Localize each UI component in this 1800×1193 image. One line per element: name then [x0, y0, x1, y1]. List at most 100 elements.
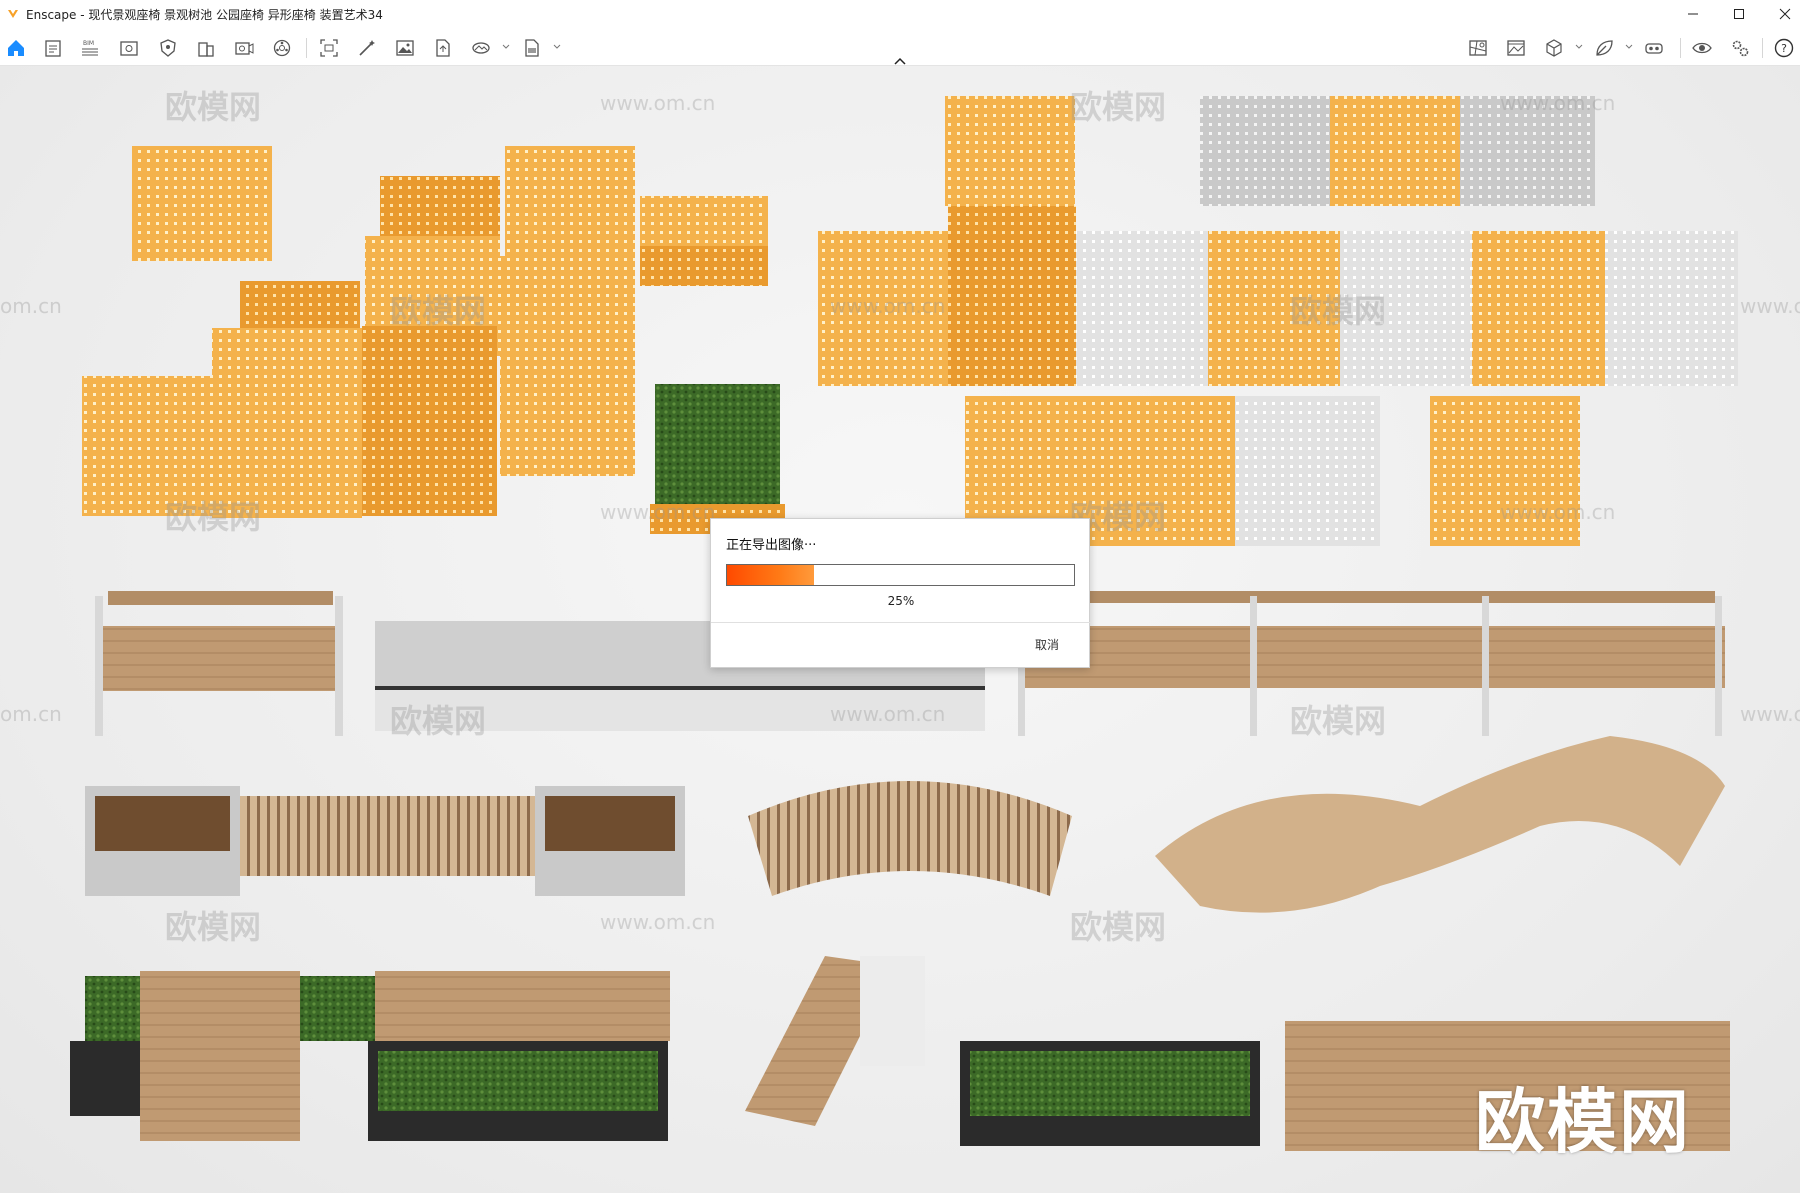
brand-watermark: 欧模网 [1475, 1081, 1691, 1163]
watermark-url: www.om.cn [830, 294, 946, 318]
home-icon [8, 40, 24, 56]
title-bar: Enscape - 现代景观座椅 景观树池 公园座椅 异形座椅 装置艺术34 [0, 0, 1800, 28]
progress-label: 25% [887, 594, 915, 608]
chevron-down-icon [553, 44, 561, 49]
toolbar-separator [1680, 38, 1681, 58]
building-button[interactable] [194, 36, 218, 60]
vr-headset-button[interactable] [1642, 36, 1666, 60]
watermark-url: www.om.cn [600, 500, 716, 524]
panorama-dropdown[interactable] [501, 42, 511, 52]
watermark-url: om.cn [0, 702, 62, 726]
settings-button[interactable] [1728, 36, 1752, 60]
image-button[interactable] [393, 36, 417, 60]
maximize-button[interactable] [1716, 0, 1762, 28]
gallery-button[interactable] [1504, 36, 1528, 60]
shield-icon [160, 39, 176, 57]
exe-export-button[interactable] [520, 36, 544, 60]
view-icon [120, 41, 138, 56]
view-button[interactable] [117, 36, 141, 60]
chevron-down-icon [1625, 44, 1633, 49]
perforated-seat-row [818, 96, 1738, 386]
settings-icon [1732, 40, 1749, 57]
cube-dropdown[interactable] [1574, 42, 1584, 52]
minimize-icon [1688, 13, 1698, 15]
serpentine-wood-bench [1155, 736, 1725, 913]
green-planter-bench [70, 971, 670, 1141]
help-button[interactable]: ? [1772, 36, 1796, 60]
screenshot-button[interactable] [317, 36, 341, 60]
dark-planter [960, 1041, 1260, 1146]
watermark: 欧模网 [1070, 88, 1167, 126]
map-icon [1469, 40, 1487, 56]
file-export-button[interactable] [431, 36, 455, 60]
gallery-icon [1507, 40, 1525, 56]
panorama-icon [472, 42, 490, 54]
settings-wheel-button[interactable] [270, 36, 294, 60]
video-camera-icon [235, 42, 254, 55]
toolbar-separator [1762, 38, 1763, 58]
minimize-button[interactable] [1670, 0, 1716, 28]
watermark-url: www.om.cn [1500, 500, 1616, 524]
dialog-divider [711, 622, 1091, 623]
tilted-wood-bench [745, 956, 925, 1126]
svg-text:?: ? [1781, 42, 1787, 55]
map-button[interactable] [1466, 36, 1490, 60]
cube-button[interactable] [1542, 36, 1566, 60]
collapse-toolbar-button[interactable] [893, 52, 907, 65]
bim-icon: BIM [82, 40, 98, 56]
watermark-url: www.om.cn [1500, 91, 1616, 115]
chevron-down-icon [1575, 44, 1583, 49]
magic-wand-button[interactable] [355, 36, 379, 60]
watermark: 欧模网 [1290, 702, 1387, 740]
curved-wood-bench [748, 781, 1072, 896]
watermark: 欧模网 [390, 292, 487, 330]
notes-button[interactable] [41, 36, 65, 60]
window-title: Enscape - 现代景观座椅 景观树池 公园座椅 异形座椅 装置艺术34 [26, 7, 383, 22]
cancel-button[interactable]: 取消 [1035, 636, 1059, 653]
magic-wand-icon [359, 40, 375, 56]
exe-export-dropdown[interactable] [552, 42, 562, 52]
watermark: 欧模网 [165, 908, 262, 946]
watermark: 欧模网 [1290, 292, 1387, 330]
enscape-logo-icon [6, 7, 20, 21]
export-progress-dialog: 正在导出图像··· 25% 取消 [710, 518, 1091, 668]
leaf-icon [1596, 40, 1613, 56]
toolbar-separator [306, 38, 307, 58]
watermark-url: www.om.cn [830, 702, 946, 726]
watermark-url: www.o [1740, 294, 1800, 318]
exe-export-icon [525, 39, 539, 57]
watermark: 欧模网 [390, 702, 487, 740]
eye-icon [1692, 42, 1712, 54]
wooden-bench-left [95, 591, 343, 736]
maximize-icon [1734, 9, 1744, 19]
video-camera-button[interactable] [232, 36, 256, 60]
notes-icon [45, 40, 61, 57]
progress-bar [726, 564, 1075, 586]
image-icon [396, 40, 414, 56]
file-export-icon [436, 39, 450, 57]
panorama-button[interactable] [469, 36, 493, 60]
building-icon [198, 42, 214, 57]
dialog-title: 正在导出图像··· [726, 538, 817, 553]
shield-button[interactable] [156, 36, 180, 60]
screenshot-icon [320, 39, 338, 57]
close-icon [1779, 8, 1791, 20]
watermark: 欧模网 [1070, 908, 1167, 946]
watermark: 欧模网 [165, 498, 262, 536]
planter-bench-combo [85, 786, 685, 896]
bim-button[interactable]: BIM [78, 36, 102, 60]
home-button[interactable] [4, 36, 28, 60]
svg-text:BIM: BIM [83, 40, 94, 47]
settings-wheel-icon [273, 39, 291, 57]
watermark: 欧模网 [165, 88, 262, 126]
progress-fill [727, 565, 814, 585]
leaf-button[interactable] [1592, 36, 1616, 60]
close-button[interactable] [1762, 0, 1800, 28]
help-icon: ? [1774, 38, 1794, 58]
watermark-url: www.o [1740, 702, 1800, 726]
watermark-url: om.cn [0, 294, 62, 318]
eye-button[interactable] [1690, 36, 1714, 60]
leaf-dropdown[interactable] [1624, 42, 1634, 52]
cube-icon [1546, 39, 1562, 57]
watermark-url: www.om.cn [600, 91, 716, 115]
